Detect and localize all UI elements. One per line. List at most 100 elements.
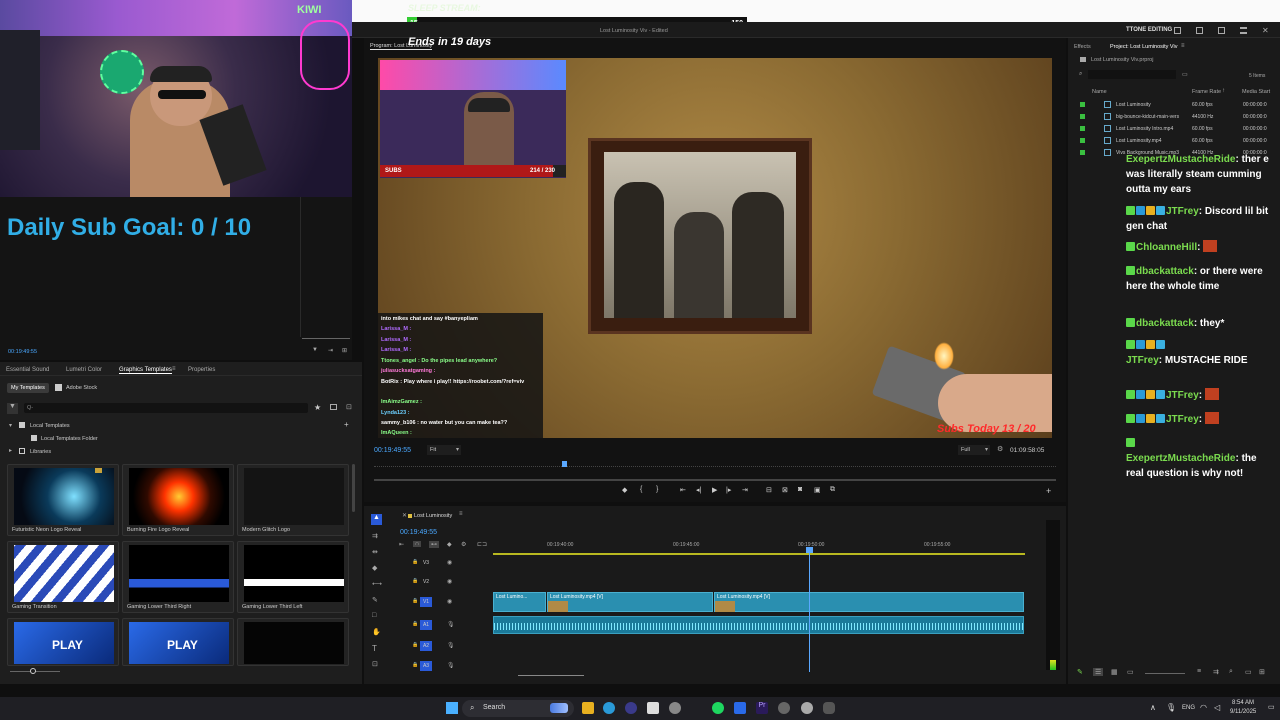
hand-icon[interactable]: ✋ xyxy=(372,628,381,636)
audio-clip[interactable] xyxy=(493,616,1024,634)
tab-lumetri-color[interactable]: Lumetri Color xyxy=(66,367,102,373)
tab-properties[interactable]: Properties xyxy=(188,367,215,373)
marker-icon[interactable]: ◆ xyxy=(622,486,627,494)
mini-timeline[interactable] xyxy=(374,463,1056,467)
tree-local-templates-folder[interactable]: Local Templates Folder xyxy=(41,436,98,442)
template-card[interactable]: PLAY xyxy=(7,618,119,666)
chat-username[interactable]: ExepertzMustacheRide xyxy=(1126,154,1235,165)
timeline-tab[interactable]: Lost Luminosity xyxy=(414,513,452,519)
mini-playhead[interactable] xyxy=(562,461,567,467)
project-row-start[interactable]: 00:00:00:0 xyxy=(1243,138,1267,144)
play-icon[interactable]: ▶ xyxy=(712,486,717,494)
templates-scrollbar[interactable] xyxy=(352,464,355,512)
column-name[interactable]: Name xyxy=(1092,89,1107,95)
zoom-slider[interactable] xyxy=(1145,673,1185,674)
notification-icon[interactable]: ▭ xyxy=(1268,703,1275,711)
caption-icon[interactable]: ⊡ xyxy=(372,660,378,668)
eye-icon[interactable]: ◉ xyxy=(447,578,452,585)
project-row-name[interactable]: Lost Luminosity.mp4 xyxy=(1116,138,1161,144)
track-label[interactable]: A1 xyxy=(420,620,432,630)
project-menu-icon[interactable]: ≡ xyxy=(1181,43,1185,49)
multicam-icon[interactable]: ⧉ xyxy=(830,486,835,494)
language-indicator[interactable]: ENG xyxy=(1182,705,1195,711)
out-point-icon[interactable]: } xyxy=(656,486,658,493)
clock-date[interactable]: 9/11/2025 xyxy=(1230,709,1256,715)
subtab-adobe-stock[interactable]: Adobe Stock xyxy=(66,385,97,391)
project-row-rate[interactable]: 60.00 fps xyxy=(1192,102,1213,108)
timeline-playhead[interactable] xyxy=(809,548,810,672)
track-label[interactable]: V3 xyxy=(420,558,432,568)
thumb-size-slider[interactable] xyxy=(10,668,60,674)
volume-icon[interactable]: ◁ xyxy=(1214,703,1220,712)
browser-icon[interactable] xyxy=(669,702,681,714)
tab-project[interactable]: Project: Lost Luminosity Viv xyxy=(1110,44,1177,50)
mic-icon[interactable] xyxy=(823,702,835,714)
slider-knob[interactable] xyxy=(30,668,36,674)
template-card[interactable]: Gaming Transition xyxy=(7,541,119,613)
camera-icon[interactable]: ◙ xyxy=(798,486,802,493)
step-back-icon[interactable]: ◂| xyxy=(696,486,701,494)
lift-icon[interactable]: ⊟ xyxy=(766,486,772,494)
template-card[interactable]: PLAY xyxy=(122,618,234,666)
obs-icon[interactable] xyxy=(625,702,637,714)
insert-icon[interactable]: ⇥ xyxy=(328,347,333,354)
new-folder-icon[interactable] xyxy=(330,404,337,410)
settings-icon[interactable] xyxy=(778,702,790,714)
chat-username[interactable]: ExepertzMustacheRide xyxy=(1126,453,1235,464)
eye-icon[interactable]: ◉ xyxy=(447,559,452,566)
compare-icon[interactable]: ▣ xyxy=(814,486,821,494)
pen-icon[interactable]: ✎ xyxy=(372,596,378,604)
mic-icon[interactable]: 🎙 xyxy=(447,662,455,669)
checkbox-local-templates-folder[interactable] xyxy=(31,435,37,441)
wrench-icon[interactable]: ⚙ xyxy=(997,445,1003,453)
label-color-swatch[interactable] xyxy=(1080,102,1085,107)
selection-tool-icon[interactable]: ▲ xyxy=(371,514,382,525)
premiere-icon[interactable]: Pr xyxy=(756,702,768,714)
fit-dropdown[interactable]: Fit ▾ xyxy=(427,445,461,455)
taskbar-search[interactable]: ⌕ Search xyxy=(462,700,574,717)
template-card[interactable] xyxy=(237,618,349,666)
close-icon[interactable]: ✕ xyxy=(1262,26,1269,35)
star-icon[interactable]: ★ xyxy=(314,403,321,412)
share-icon[interactable] xyxy=(1196,27,1203,34)
panel-icon[interactable] xyxy=(1218,27,1225,34)
tray-chevron-icon[interactable]: ∧ xyxy=(1150,703,1156,712)
step-forward-icon[interactable]: |▸ xyxy=(726,486,731,494)
track-label[interactable]: A2 xyxy=(420,641,432,651)
microphone-tray-icon[interactable]: 🎙 xyxy=(1166,703,1176,712)
menu-icon[interactable] xyxy=(1240,27,1247,34)
chat-username[interactable]: ChloanneHill xyxy=(1136,242,1197,253)
playhead-handle[interactable] xyxy=(806,547,813,553)
project-row-rate[interactable]: 60.00 fps xyxy=(1192,138,1213,144)
spotify-icon[interactable] xyxy=(712,702,724,714)
project-row-start[interactable]: 00:00:00:0 xyxy=(1243,126,1267,132)
slip-icon[interactable]: ⟷ xyxy=(372,580,382,588)
chat-username[interactable]: JTFrey xyxy=(1166,414,1199,425)
nest-icon[interactable]: ⇤ xyxy=(399,541,404,548)
razor-icon[interactable]: ◆ xyxy=(372,564,377,572)
bin-icon[interactable]: ▭ xyxy=(1182,71,1188,78)
eye-icon[interactable]: ◉ xyxy=(447,598,452,605)
filter-button[interactable]: ▼ xyxy=(7,403,18,414)
mic-icon[interactable]: 🎙 xyxy=(447,642,455,649)
find-icon[interactable]: ⌕ xyxy=(1229,668,1233,676)
windows-start-icon[interactable] xyxy=(446,702,458,714)
checkbox-libraries[interactable] xyxy=(19,448,25,454)
label-color-swatch[interactable] xyxy=(1080,114,1085,119)
template-card[interactable]: Futuristic Neon Logo Reveal xyxy=(7,464,119,536)
project-row-rate[interactable]: 44100 Hz xyxy=(1192,114,1213,120)
full-dropdown[interactable]: Full ▾ xyxy=(958,445,990,455)
linked-icon[interactable]: ⊷ xyxy=(429,541,439,548)
template-search-input[interactable]: Q- xyxy=(24,403,308,413)
chat-username[interactable]: JTFrey xyxy=(1166,390,1199,401)
snap-icon[interactable]: ∩ xyxy=(413,541,422,547)
settings-wrench-icon[interactable]: ⚙ xyxy=(461,541,466,548)
app-icon[interactable] xyxy=(801,702,813,714)
new-bin-icon[interactable]: ▭ xyxy=(1245,668,1252,676)
new-item-icon[interactable]: ⊞ xyxy=(1259,668,1265,676)
track-select-icon[interactable]: ⇉ xyxy=(372,532,378,540)
chevron-down-icon[interactable]: ▾ xyxy=(9,422,12,429)
track-label[interactable]: V1 xyxy=(420,597,432,607)
close-tab-icon[interactable]: ✕ xyxy=(402,512,407,519)
go-to-in-icon[interactable]: ⇤ xyxy=(680,486,686,494)
